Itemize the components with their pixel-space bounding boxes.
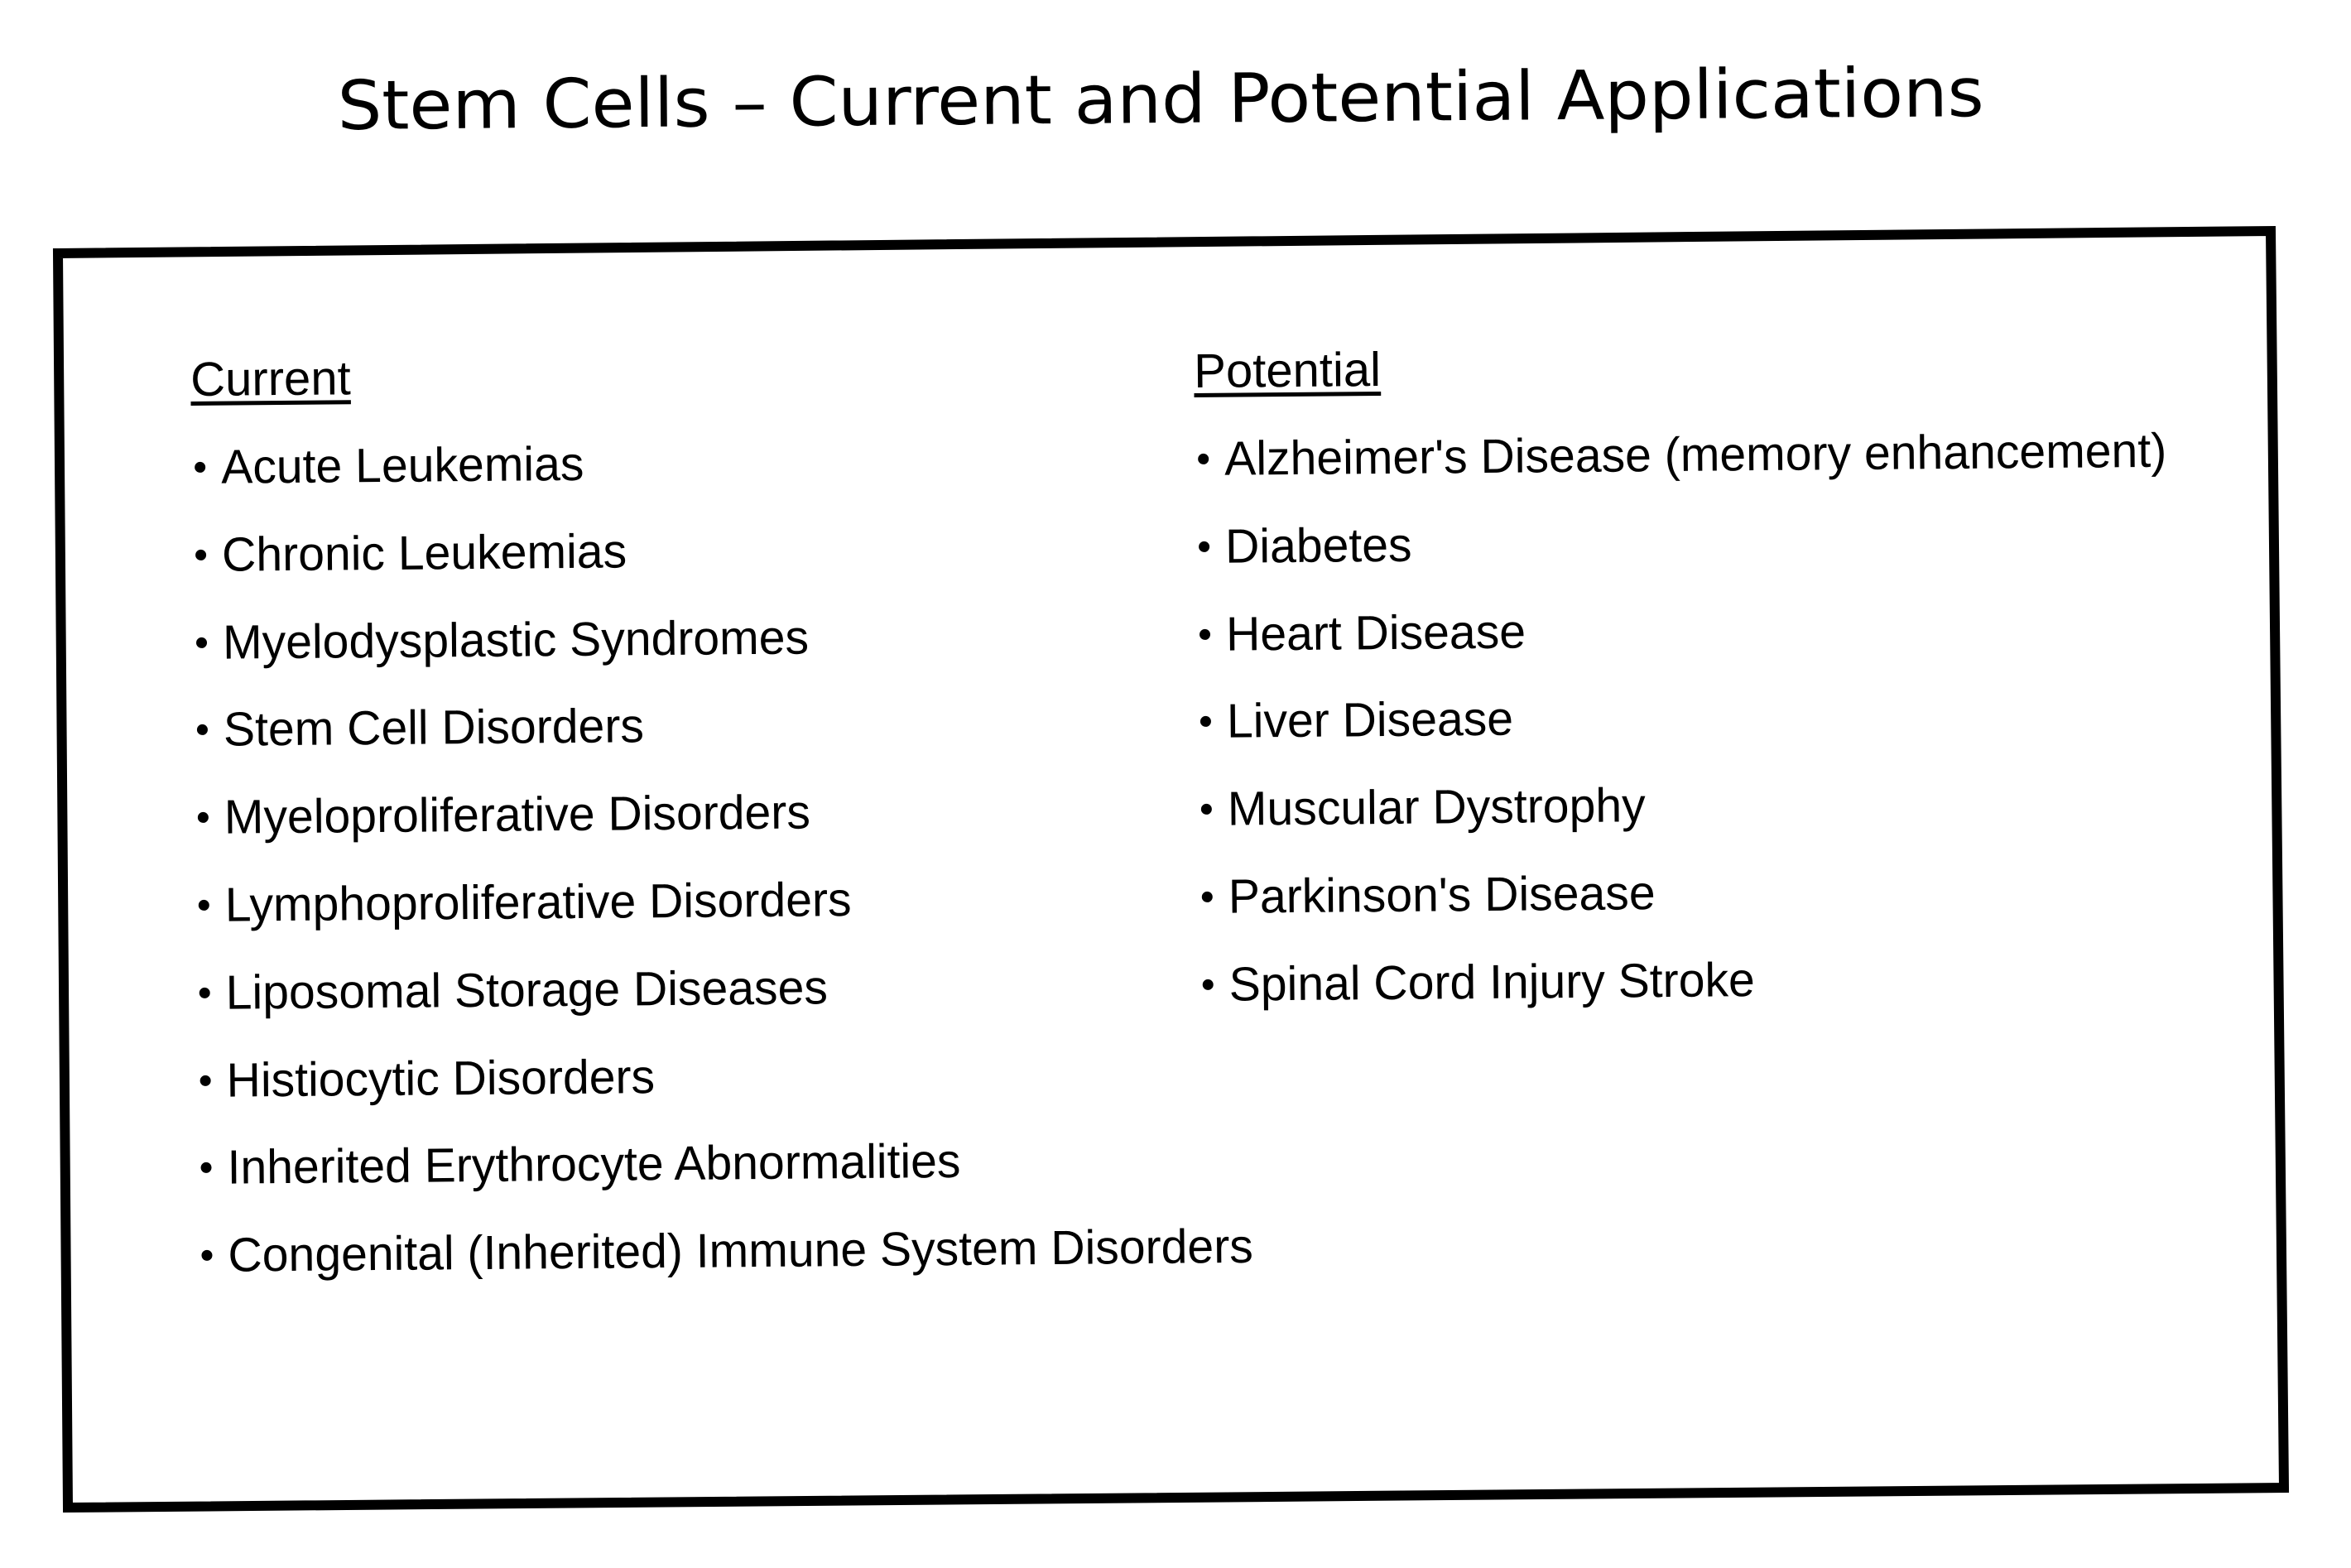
bullet-icon [195, 637, 208, 648]
list-item: Spinal Cord Injury Stroke [1199, 953, 1755, 1049]
list-item: Diabetes [1195, 518, 1412, 611]
current-heading: Current [190, 351, 351, 406]
list-item: Liver Disease [1197, 692, 1513, 786]
list-item-text: Chronic Leukemias [221, 524, 627, 582]
list-item-text: Liver Disease [1226, 692, 1514, 749]
bullet-icon [1199, 541, 1210, 552]
bullet-icon [1198, 453, 1209, 464]
list-item-text: Alzheimer's Disease (memory enhancement) [1224, 423, 2167, 486]
bullet-icon [1201, 891, 1213, 902]
list-item-text: Spinal Cord Injury Stroke [1228, 952, 1756, 1012]
list-item: Muscular Dystrophy [1198, 778, 1646, 873]
list-item-text: Myeloproliferative Disorders [224, 785, 811, 844]
list-item-text: Myelodysplastic Syndromes [222, 610, 810, 670]
bullet-icon [200, 1162, 212, 1174]
list-item-text: Histiocytic Disorders [226, 1049, 656, 1108]
page-title: Stem Cells – Current and Potential Appli… [337, 54, 1984, 146]
list-item-text: Liposomal Storage Diseases [225, 960, 829, 1020]
bullet-icon [198, 899, 209, 911]
bullet-icon [195, 549, 207, 560]
bullet-icon [199, 987, 210, 998]
list-item: Parkinson's Disease [1199, 866, 1656, 961]
current-list: Acute Leukemias Chronic Leukemias Myelod… [191, 437, 1253, 1320]
bullet-icon [1199, 628, 1211, 640]
bullet-icon [201, 1249, 213, 1262]
list-item-text: Heart Disease [1225, 604, 1526, 661]
current-applications-column: Current Acute Leukemias Chronic Leukemia… [190, 351, 1253, 1320]
list-item-text: Muscular Dystrophy [1227, 778, 1646, 836]
bullet-icon [197, 812, 209, 824]
bullet-icon [1200, 804, 1212, 815]
list-item: Inherited Erythrocyte Abnormalities [197, 1134, 961, 1232]
bullet-icon [1200, 716, 1211, 728]
list-item-text: Lymphoproliferative Disorders [224, 873, 852, 932]
list-item: Chronic Leukemias [192, 524, 627, 618]
list-item-text: Stem Cell Disorders [223, 699, 645, 758]
potential-applications-column: Potential Alzheimer's Disease (memory en… [1193, 343, 2167, 1049]
list-item-text: Diabetes [1224, 517, 1412, 574]
list-item: Myeloproliferative Disorders [195, 786, 810, 881]
bullet-icon [200, 1075, 211, 1086]
bullet-icon [1202, 979, 1214, 990]
list-item: Histiocytic Disorders [196, 1050, 655, 1144]
list-item: Alzheimer's Disease (memory enhancement) [1195, 424, 2166, 523]
potential-list: Alzheimer's Disease (memory enhancement)… [1195, 424, 2166, 1049]
bullet-icon [196, 724, 208, 736]
list-item: Acute Leukemias [191, 437, 584, 531]
list-item: Myelodysplastic Syndromes [193, 610, 809, 706]
list-item-text: Inherited Erythrocyte Abnormalities [227, 1134, 961, 1195]
frame-border [52, 225, 2290, 1513]
bullet-icon [195, 461, 206, 473]
list-item: Stem Cell Disorders [194, 700, 644, 794]
list-item: Liposomal Storage Diseases [195, 960, 828, 1056]
list-item: Heart Disease [1196, 604, 1526, 699]
list-item: Congenital (Inherited) Immune System Dis… [198, 1219, 1253, 1319]
list-item: Lymphoproliferative Disorders [195, 873, 852, 969]
list-item-text: Parkinson's Disease [1228, 866, 1656, 924]
list-item-text: Acute Leukemias [220, 436, 584, 494]
list-item-text: Congenital (Inherited) Immune System Dis… [228, 1219, 1254, 1282]
potential-heading: Potential [1193, 343, 1382, 398]
